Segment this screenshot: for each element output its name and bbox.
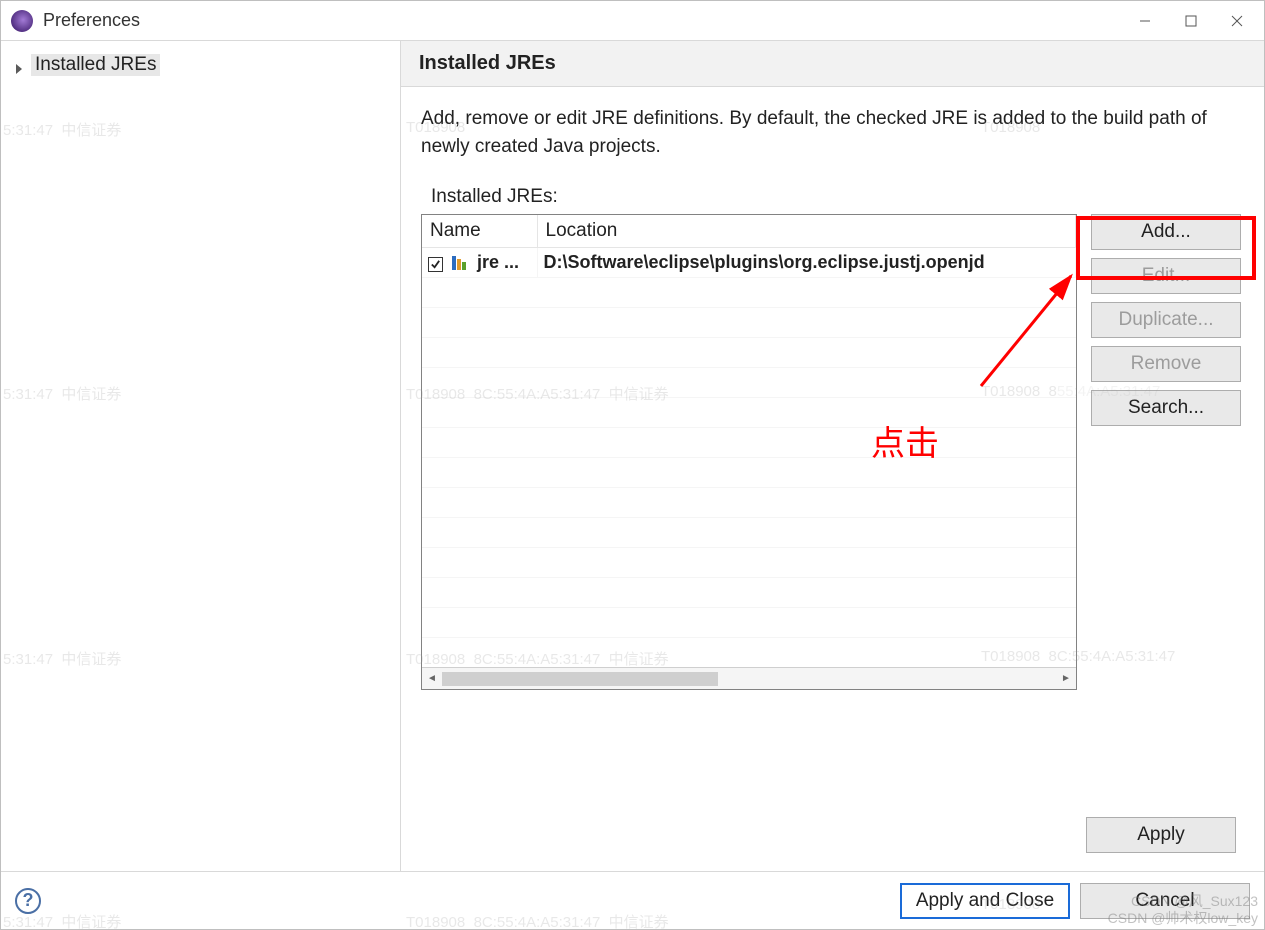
- content: Installed JREs Add, remove or edit JRE d…: [401, 41, 1264, 871]
- table-row[interactable]: jre ... D:\Software\eclipse\plugins\org.…: [422, 247, 1076, 277]
- titlebar: Preferences: [1, 1, 1264, 41]
- scroll-left-icon[interactable]: ◄: [422, 673, 442, 684]
- col-location[interactable]: Location: [537, 215, 1076, 247]
- body: Installed JREs Installed JREs Add, remov…: [1, 41, 1264, 871]
- cancel-button[interactable]: Cancel: [1080, 883, 1250, 919]
- close-button[interactable]: [1214, 6, 1260, 36]
- apply-button[interactable]: Apply: [1086, 817, 1236, 853]
- scroll-right-icon[interactable]: ►: [1056, 673, 1076, 684]
- eclipse-icon: [11, 10, 33, 32]
- apply-and-close-button[interactable]: Apply and Close: [900, 883, 1070, 919]
- preferences-window: Preferences Installed JREs Installed JRE…: [0, 0, 1265, 930]
- jre-name: jre ...: [477, 252, 519, 272]
- jre-location: D:\Software\eclipse\plugins\org.eclipse.…: [537, 247, 1076, 277]
- table-empty-area: [422, 277, 1076, 667]
- footer: ? Apply and Close Cancel: [1, 871, 1264, 929]
- horizontal-scrollbar[interactable]: ◄ ►: [422, 667, 1076, 689]
- jre-table[interactable]: Name Location: [421, 214, 1077, 690]
- remove-button[interactable]: Remove: [1091, 346, 1241, 382]
- jre-checkbox[interactable]: [428, 257, 443, 272]
- search-button[interactable]: Search...: [1091, 390, 1241, 426]
- tree-item-installed-jres[interactable]: Installed JREs: [7, 51, 394, 79]
- list-label: Installed JREs:: [421, 186, 1250, 208]
- chevron-right-icon: [13, 59, 25, 71]
- maximize-button[interactable]: [1168, 6, 1214, 36]
- side-buttons: Add... Edit... Duplicate... Remove Searc…: [1091, 214, 1241, 690]
- minimize-button[interactable]: [1122, 6, 1168, 36]
- help-icon[interactable]: ?: [15, 888, 41, 914]
- sidebar: Installed JREs: [1, 41, 401, 871]
- page-heading: Installed JREs: [401, 41, 1264, 87]
- tree-item-label: Installed JREs: [31, 54, 160, 76]
- window-title: Preferences: [43, 10, 140, 31]
- jre-library-icon: [452, 254, 470, 268]
- page-description: Add, remove or edit JRE definitions. By …: [421, 105, 1250, 160]
- col-name[interactable]: Name: [422, 215, 537, 247]
- add-button[interactable]: Add...: [1091, 214, 1241, 250]
- edit-button[interactable]: Edit...: [1091, 258, 1241, 294]
- duplicate-button[interactable]: Duplicate...: [1091, 302, 1241, 338]
